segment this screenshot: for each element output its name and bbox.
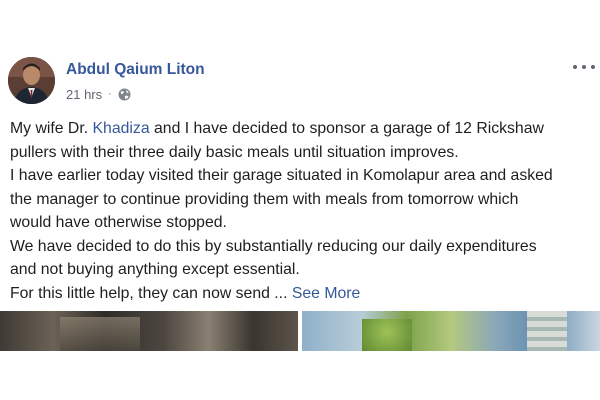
post-photos [0,311,600,351]
see-more-link[interactable]: See More [292,285,361,302]
more-dot [582,65,586,69]
text-segment: and I have decided to sponsor a garage o… [149,120,544,137]
author-name[interactable]: Abdul Qaium Liton [66,61,205,79]
post-text-line: pullers with their three daily basic mea… [10,143,459,161]
avatar[interactable] [8,57,55,104]
post-text-line: I have earlier today visited their garag… [10,167,553,184]
post-text-line: For this little help, they can now send … [10,282,595,306]
more-dot [591,65,595,69]
post-meta: 21 hrs · [66,86,131,102]
avatar-photo [8,57,55,104]
mention-link[interactable]: Khadiza [93,120,150,137]
post-text-line: We have decided to do this by substantia… [10,237,537,255]
text-segment: For this little help, they can now send … [10,284,292,302]
post-text: My wife Dr. Khadiza and I have decided t… [10,117,595,305]
post-photo-left[interactable] [0,311,298,351]
post-header: Abdul Qaium Liton 21 hrs · [0,48,600,110]
post-timestamp[interactable]: 21 hrs [66,87,102,102]
post-photo-right[interactable] [302,311,600,351]
post-text-line: the manager to continue providing them w… [10,190,519,208]
meta-separator: · [108,88,112,100]
more-options-icon[interactable] [573,62,595,72]
more-dot [573,65,577,69]
globe-icon[interactable] [118,88,131,101]
text-segment: My wife Dr. [10,120,93,137]
post-text-line: would have otherwise stopped. [10,214,227,231]
post-text-line: and not buying anything except essential… [10,261,300,278]
post-text-line: My wife Dr. Khadiza and I have decided t… [10,117,595,141]
